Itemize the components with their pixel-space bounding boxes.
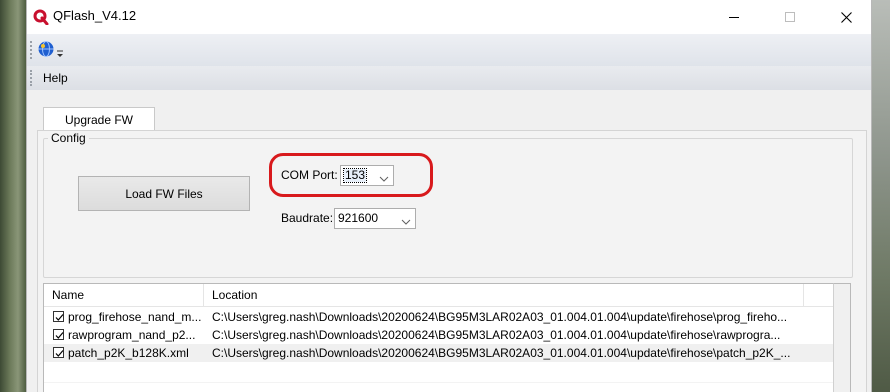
table-row[interactable]: patch_p2K_b128K.xml C:\Users\greg.nash\D…: [44, 344, 834, 362]
qflash-window: QFlash_V4.12 Help Upgrade FW Config Load…: [26, 0, 872, 392]
com-port-select[interactable]: 153: [340, 165, 394, 186]
globe-help-icon[interactable]: [37, 40, 55, 58]
checkmark-icon: [55, 350, 64, 357]
chevron-down-icon[interactable]: [57, 48, 63, 58]
menu-help[interactable]: Help: [41, 71, 70, 85]
table-row[interactable]: prog_firehose_nand_m... C:\Users\greg.na…: [44, 308, 834, 326]
chevron-down-icon: [379, 172, 389, 182]
maximize-icon: [785, 12, 795, 22]
config-group: Config Load FW Files COM Port: 153 Baudr…: [43, 131, 853, 278]
checkmark-icon: [55, 332, 64, 339]
file-location: C:\Users\greg.nash\Downloads\20200624\BG…: [212, 346, 791, 360]
tab-upgrade-fw[interactable]: Upgrade FW: [43, 107, 155, 131]
load-fw-files-button[interactable]: Load FW Files: [78, 176, 250, 211]
com-port-value: 153: [342, 168, 368, 183]
baudrate-select[interactable]: 921600: [334, 208, 416, 229]
com-port-label: COM Port:: [281, 168, 338, 182]
file-checkbox[interactable]: [53, 329, 64, 340]
qflash-logo-icon: [33, 9, 49, 26]
minimize-icon: [729, 17, 739, 18]
file-checkbox[interactable]: [53, 347, 64, 358]
baudrate-label: Baudrate:: [281, 211, 334, 225]
table-row[interactable]: rawprogram_nand_p2... C:\Users\greg.nash…: [44, 326, 834, 344]
minimize-button[interactable]: [711, 0, 757, 34]
close-button[interactable]: [823, 0, 869, 34]
file-name: patch_p2K_b128K.xml: [68, 346, 189, 360]
title-bar[interactable]: QFlash_V4.12: [27, 0, 871, 34]
window-title: QFlash_V4.12: [53, 8, 137, 23]
desktop-background-right: [870, 0, 890, 392]
file-name: prog_firehose_nand_m...: [68, 310, 202, 324]
maximize-button[interactable]: [767, 0, 813, 34]
list-divider: [44, 382, 834, 384]
chevron-down-icon: [401, 215, 411, 225]
close-icon: [840, 11, 852, 23]
column-header-name[interactable]: Name: [44, 284, 204, 306]
fw-file-list[interactable]: Name Location prog_firehose_nand_m... C:…: [43, 283, 834, 392]
file-checkbox[interactable]: [53, 311, 64, 322]
file-location: C:\Users\greg.nash\Downloads\20200624\BG…: [212, 310, 788, 324]
baudrate-value: 921600: [338, 211, 379, 225]
menu-bar: Help: [27, 66, 871, 90]
main-content: Upgrade FW Config Load FW Files COM Port…: [27, 90, 871, 392]
file-location: C:\Users\greg.nash\Downloads\20200624\BG…: [212, 328, 781, 342]
column-header-location[interactable]: Location: [204, 284, 804, 306]
tab-panel-upgrade-fw: Config Load FW Files COM Port: 153 Baudr…: [37, 130, 867, 392]
toolbar-grip[interactable]: [30, 41, 35, 59]
file-name: rawprogram_nand_p2...: [68, 328, 196, 342]
file-list-header: Name Location: [44, 284, 834, 307]
toolbar: [27, 34, 871, 67]
menu-grip[interactable]: [30, 70, 35, 86]
checkmark-icon: [55, 314, 64, 321]
file-list-scrollbar[interactable]: [833, 283, 851, 392]
config-legend: Config: [48, 131, 89, 145]
